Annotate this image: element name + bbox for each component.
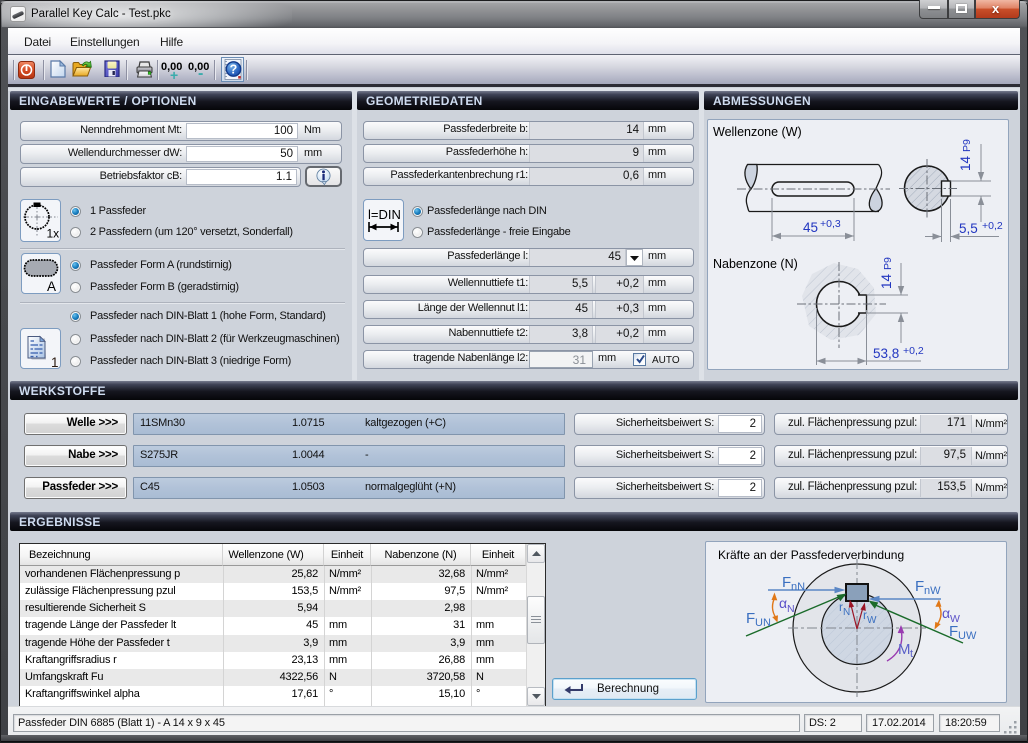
svg-text:UW: UW — [958, 630, 977, 642]
svg-text:45: 45 — [803, 220, 818, 235]
svg-text:F: F — [746, 610, 755, 627]
svg-text:F: F — [949, 623, 958, 640]
svg-text:P9: P9 — [961, 139, 973, 152]
svg-text:5,5: 5,5 — [959, 221, 978, 236]
svg-text:F: F — [915, 578, 924, 595]
svg-text:F: F — [782, 574, 791, 591]
svg-text:Wellenzone (W): Wellenzone (W) — [713, 125, 802, 139]
svg-text:N: N — [787, 603, 795, 615]
svg-text:Nabenzone (N): Nabenzone (N) — [713, 257, 798, 271]
svg-text:53,8: 53,8 — [873, 346, 899, 361]
svg-text:A: A — [47, 279, 56, 294]
svg-text:l=DIN: l=DIN — [368, 207, 401, 222]
svg-text:+0,2: +0,2 — [903, 345, 924, 357]
svg-text:W: W — [950, 613, 960, 625]
svg-text:M: M — [898, 641, 911, 658]
svg-text:UN: UN — [755, 617, 771, 629]
svg-text:P9: P9 — [882, 257, 894, 270]
svg-text:W: W — [867, 615, 877, 626]
svg-text:nN: nN — [791, 581, 805, 593]
svg-text:1: 1 — [51, 355, 59, 369]
svg-text:+0,2: +0,2 — [982, 220, 1003, 232]
svg-text:1x: 1x — [47, 227, 60, 241]
svg-text:α: α — [779, 595, 787, 611]
svg-text:α: α — [942, 605, 950, 621]
svg-text:14: 14 — [958, 155, 973, 171]
svg-text:Kräfte an der Passfederverbind: Kräfte an der Passfederverbindung — [718, 548, 904, 562]
svg-text:N: N — [843, 607, 850, 618]
svg-text:+0,3: +0,3 — [820, 218, 841, 230]
svg-text:nW: nW — [924, 585, 941, 597]
svg-text:14: 14 — [879, 273, 894, 289]
svg-text:t: t — [910, 648, 913, 660]
